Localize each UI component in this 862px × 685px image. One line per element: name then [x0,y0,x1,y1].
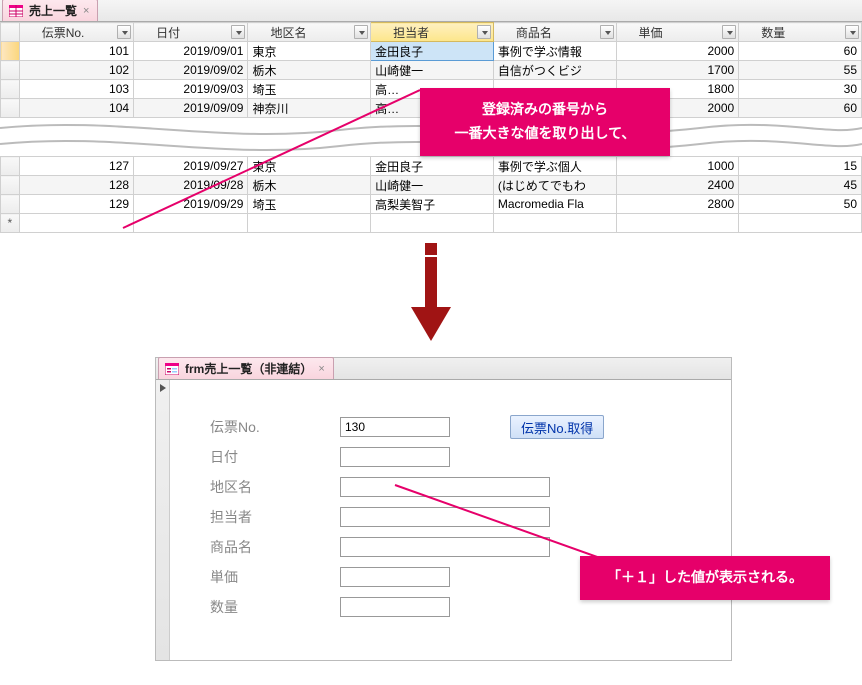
tab-datasheet[interactable]: 売上一覧 × [2,0,98,21]
close-icon[interactable]: × [83,5,89,17]
cell[interactable]: 事例で学ぶ情報 [493,42,616,61]
cell[interactable]: 2400 [616,176,739,195]
callout-plus-one: 「＋１」した値が表示される。 [580,556,830,600]
cell[interactable]: 101 [19,42,133,61]
input-qty[interactable] [340,597,450,617]
col-area[interactable]: 地区名 [248,23,371,42]
cell[interactable] [616,214,739,233]
cell[interactable]: 30 [739,80,862,99]
chevron-down-icon[interactable] [117,25,131,39]
input-date[interactable] [340,447,450,467]
tab-datasheet-label: 売上一覧 [29,2,77,19]
cell[interactable]: 2019/09/29 [134,195,248,214]
record-selector[interactable] [156,380,170,660]
cell[interactable]: 2800 [616,195,739,214]
row-selector[interactable] [1,80,20,99]
label-price: 単価 [210,567,340,587]
col-date[interactable]: 日付 [134,23,248,42]
cell[interactable]: 2000 [616,42,739,61]
cell[interactable]: 55 [739,61,862,80]
sales-table-bottom: 127 2019/09/27 東京 金田良子 事例で学ぶ個人 1000 15 1… [0,156,862,233]
cell[interactable]: 山崎健一 [371,176,494,195]
chevron-down-icon[interactable] [477,25,491,39]
cell[interactable]: 60 [739,42,862,61]
chevron-down-icon[interactable] [354,25,368,39]
cell[interactable]: 2019/09/02 [134,61,248,80]
chevron-down-icon[interactable] [600,25,614,39]
cell-selected[interactable]: 金田良子 [371,42,494,61]
cell[interactable]: 45 [739,176,862,195]
cell[interactable]: 埼玉 [248,80,371,99]
tab-form-label: frm売上一覧（非連結） [185,360,312,377]
label-area: 地区名 [210,477,340,497]
cell[interactable] [371,214,494,233]
arrow-down-icon [406,243,456,343]
get-slip-no-button[interactable]: 伝票No.取得 [510,415,604,439]
close-icon[interactable]: × [318,363,324,375]
col-qty[interactable]: 数量 [739,23,862,42]
row-selector[interactable] [1,176,20,195]
cell[interactable]: (はじめてでもわ [493,176,616,195]
select-all[interactable] [1,23,20,42]
input-price[interactable] [340,567,450,587]
form-icon [165,363,179,375]
cell[interactable] [134,214,248,233]
cell[interactable]: 103 [19,80,133,99]
cell[interactable]: 栃木 [248,176,371,195]
chevron-down-icon[interactable] [231,25,245,39]
chevron-down-icon[interactable] [845,25,859,39]
input-prod[interactable] [340,537,550,557]
input-no[interactable] [340,417,450,437]
cell[interactable]: 102 [19,61,133,80]
label-no: 伝票No. [210,417,340,437]
label-rep: 担当者 [210,507,340,527]
cell[interactable] [739,214,862,233]
cell[interactable]: 埼玉 [248,195,371,214]
cell[interactable]: 東京 [248,42,371,61]
tab-form[interactable]: frm売上一覧（非連結） × [158,357,334,379]
chevron-down-icon[interactable] [722,25,736,39]
cell[interactable] [19,214,133,233]
col-prod[interactable]: 商品名 [493,23,616,42]
form-window: frm売上一覧（非連結） × 伝票No. 伝票No.取得 日付 地区名 担当者 [155,357,732,661]
cell[interactable]: 1700 [616,61,739,80]
cell[interactable] [493,214,616,233]
label-date: 日付 [210,447,340,467]
input-area[interactable] [340,477,550,497]
cell[interactable]: 129 [19,195,133,214]
cell[interactable]: 栃木 [248,61,371,80]
cell[interactable]: Macromedia Fla [493,195,616,214]
new-row-selector[interactable] [1,214,20,233]
input-rep[interactable] [340,507,550,527]
cell[interactable] [248,214,371,233]
cell[interactable]: 自信がつくビジ [493,61,616,80]
row-selector[interactable] [1,61,20,80]
cell[interactable]: 50 [739,195,862,214]
cell[interactable]: 2019/09/28 [134,176,248,195]
table-icon [9,5,23,17]
row-selector[interactable] [1,195,20,214]
cell[interactable]: 高梨美智子 [371,195,494,214]
col-price[interactable]: 単価 [616,23,739,42]
callout-max-value: 登録済みの番号から 一番大きな値を取り出して、 [420,88,670,156]
cell[interactable]: 2019/09/01 [134,42,248,61]
label-prod: 商品名 [210,537,340,557]
form-detail: 伝票No. 伝票No.取得 日付 地区名 担当者 商品名 単価 [170,380,731,660]
col-rep[interactable]: 担当者 [371,23,494,42]
label-qty: 数量 [210,597,340,617]
datasheet-tab-strip: 売上一覧 × [0,0,862,22]
row-selector[interactable] [1,42,20,61]
col-no[interactable]: 伝票No. [19,23,133,42]
form-tab-strip: frm売上一覧（非連結） × [156,358,731,380]
cell[interactable]: 128 [19,176,133,195]
cell[interactable]: 山崎健一 [371,61,494,80]
cell[interactable]: 2019/09/03 [134,80,248,99]
